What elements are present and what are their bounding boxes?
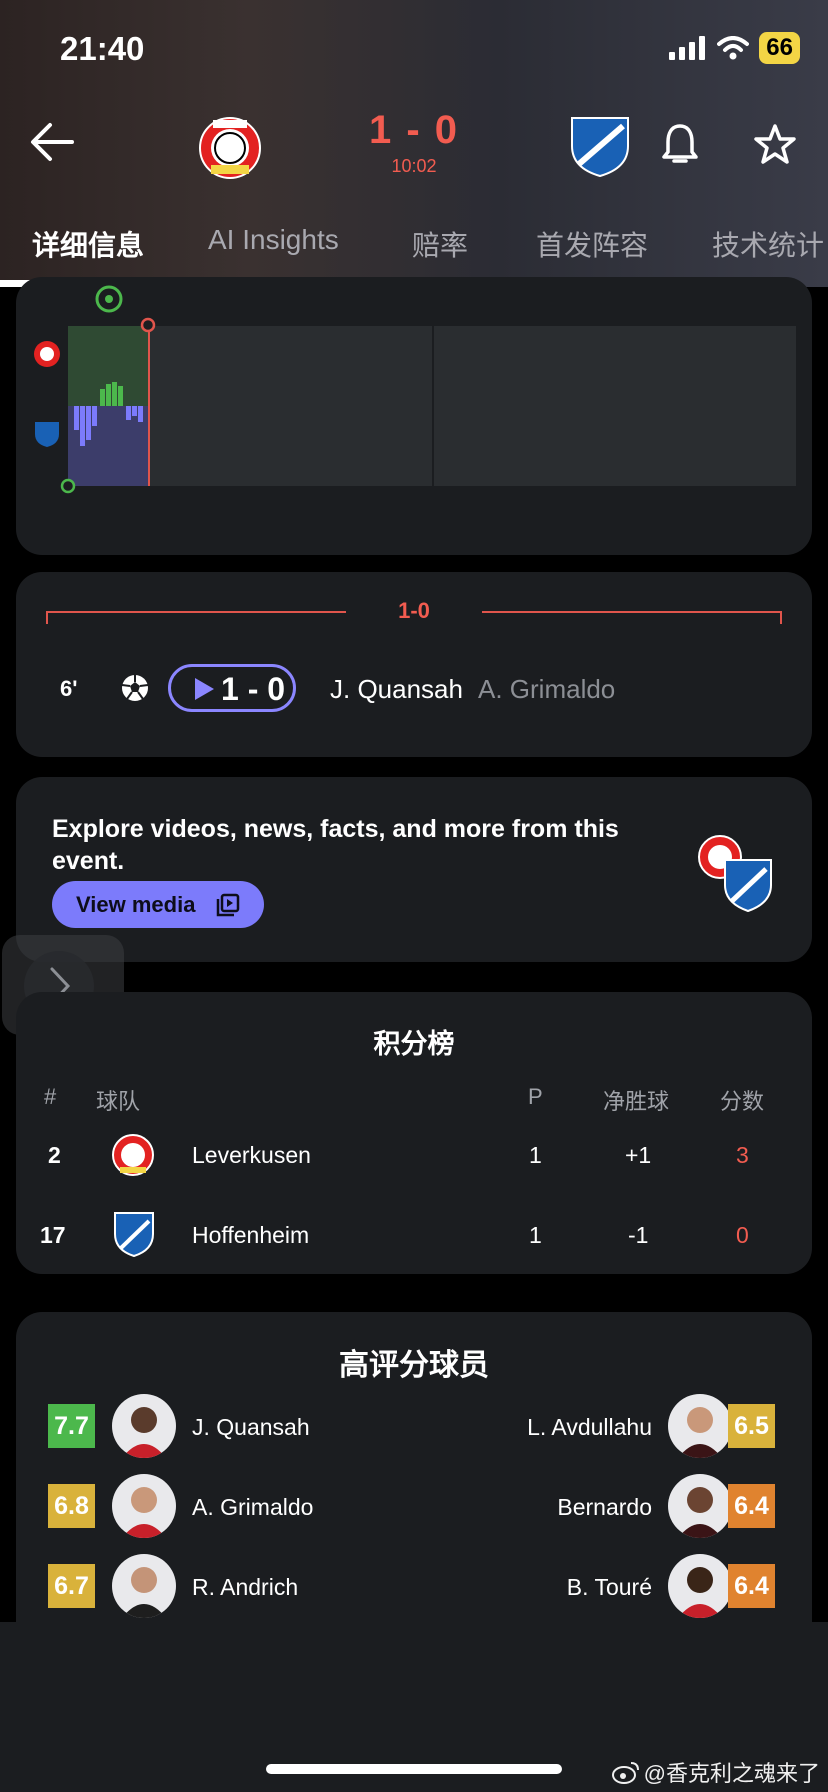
goal-events-card: 1-0 6' 1 - 0 J. Quansah A. Grimaldo <box>16 572 812 757</box>
player-avatar <box>668 1554 732 1618</box>
header-rank: # <box>44 1084 57 1109</box>
player-name: J. Quansah <box>192 1414 310 1440</box>
player-row[interactable]: B. Touré 6.4 <box>414 1552 812 1622</box>
player-row[interactable]: 6.8 A. Grimaldo <box>16 1472 414 1542</box>
row-played: 1 <box>529 1222 542 1248</box>
player-name: A. Grimaldo <box>192 1494 314 1520</box>
header-points: 分数 <box>720 1089 765 1114</box>
momentum-card <box>16 277 812 555</box>
row-team[interactable]: Leverkusen <box>192 1142 311 1169</box>
goal-minute: 6' <box>60 676 78 701</box>
kickoff-dot <box>60 478 76 494</box>
row-rank: 17 <box>40 1222 66 1248</box>
media-gallery-icon <box>216 893 240 917</box>
goal-assist[interactable]: A. Grimaldo <box>478 674 615 705</box>
home-indicator[interactable] <box>266 1764 562 1774</box>
rating-badge: 6.5 <box>728 1404 775 1448</box>
status-time: 21:40 <box>60 30 145 67</box>
player-row[interactable]: 6.7 R. Andrich <box>16 1552 414 1622</box>
rating-badge: 6.4 <box>728 1564 775 1608</box>
tab-odds[interactable]: 赔率 <box>412 224 468 264</box>
watermark: @香克利之魂来了 <box>611 1756 820 1788</box>
hoffenheim-row-crest-icon <box>114 1212 154 1258</box>
player-avatar <box>668 1394 732 1458</box>
top-rated-card: 高评分球员 7.7 J. Quansah 6.8 A. Grimaldo 6.7… <box>16 1312 812 1632</box>
standings-row[interactable]: 17 Hoffenheim 1 -1 0 <box>16 1204 812 1264</box>
weibo-icon <box>611 1762 639 1784</box>
match-row: 1 - 0 10:02 <box>0 100 828 210</box>
status-icons: 66 <box>669 32 800 64</box>
match-score: 1 - 0 <box>368 108 460 152</box>
player-avatar <box>112 1474 176 1538</box>
bell-icon[interactable] <box>660 122 700 166</box>
match-clock: 10:02 <box>391 156 437 176</box>
row-played: 1 <box>529 1142 542 1168</box>
player-avatar <box>668 1474 732 1538</box>
tab-bar: 详细信息 AI Insights 赔率 首发阵容 技术统计 <box>0 210 828 287</box>
view-media-button[interactable]: View media <box>52 881 264 928</box>
view-media-label: View media <box>76 892 196 917</box>
goal-event-row[interactable]: 6' 1 - 0 J. Quansah A. Grimaldo <box>16 664 812 714</box>
divider-score: 1-0 <box>398 598 430 623</box>
row-goal-diff: -1 <box>628 1222 649 1248</box>
rating-badge: 6.4 <box>728 1484 775 1528</box>
goal-video-button[interactable]: 1 - 0 <box>168 664 296 712</box>
header-played: P <box>528 1084 543 1109</box>
player-avatar <box>112 1394 176 1458</box>
player-name: L. Avdullahu <box>527 1414 652 1440</box>
player-name: R. Andrich <box>192 1574 299 1600</box>
hoffenheim-mini-crest-icon <box>35 422 59 447</box>
football-icon <box>121 675 149 701</box>
row-goal-diff: +1 <box>625 1142 652 1168</box>
momentum-played-period <box>68 326 148 486</box>
signal-icon <box>669 36 706 60</box>
player-row[interactable]: Bernardo 6.4 <box>414 1472 812 1542</box>
row-points: 3 <box>736 1142 749 1168</box>
watermark-text: @香克利之魂来了 <box>643 1761 820 1786</box>
tab-details[interactable]: 详细信息 <box>32 224 144 264</box>
tab-lineups[interactable]: 首发阵容 <box>536 224 648 264</box>
goal-scorer[interactable]: J. Quansah <box>330 674 463 705</box>
header-goal-diff: 净胜球 <box>603 1089 670 1114</box>
standings-title: 积分榜 <box>373 1029 455 1059</box>
rating-badge: 6.7 <box>48 1564 95 1608</box>
leverkusen-mini-crest-icon <box>34 341 60 367</box>
standings-card: 积分榜 # 球队 P 净胜球 分数 2 Leverkusen 1 +1 3 17… <box>16 992 812 1274</box>
media-description: Explore videos, news, facts, and more fr… <box>52 815 619 875</box>
row-points: 0 <box>736 1222 749 1248</box>
status-bar: 21:40 66 <box>0 0 828 100</box>
leverkusen-row-crest-icon <box>112 1134 154 1176</box>
hoffenheim-media-crest-icon <box>724 859 772 913</box>
play-icon <box>195 678 214 700</box>
player-name: Bernardo <box>557 1494 652 1520</box>
top-rated-title: 高评分球员 <box>339 1349 489 1382</box>
star-icon[interactable] <box>753 122 797 166</box>
player-avatar <box>112 1554 176 1618</box>
media-card: Explore videos, news, facts, and more fr… <box>16 777 812 962</box>
player-row[interactable]: L. Avdullahu 6.5 <box>414 1392 812 1462</box>
goal-score: 1 - 0 <box>221 671 286 707</box>
current-time-marker <box>148 326 150 486</box>
header-team: 球队 <box>96 1089 141 1114</box>
rating-badge: 7.7 <box>48 1404 95 1448</box>
battery-indicator: 66 <box>759 32 800 64</box>
details-content: 1-0 6' 1 - 0 J. Quansah A. Grimaldo Expl… <box>0 277 828 1632</box>
rating-badge: 6.8 <box>48 1484 95 1528</box>
tab-ai-insights[interactable]: AI Insights <box>208 224 339 256</box>
player-row[interactable]: 7.7 J. Quansah <box>16 1392 414 1462</box>
match-header: 21:40 66 1 - 0 10:02 详细信息 AI Insights 赔率… <box>0 0 828 287</box>
current-time-dot <box>140 317 156 333</box>
wifi-icon <box>717 36 750 60</box>
standings-row[interactable]: 2 Leverkusen 1 +1 3 <box>16 1124 812 1184</box>
row-rank: 2 <box>48 1142 61 1168</box>
tab-stats[interactable]: 技术统计 <box>712 224 824 264</box>
hoffenheim-crest-icon[interactable] <box>567 112 633 178</box>
player-name: B. Touré <box>566 1574 652 1600</box>
goal-ball-icon <box>95 285 123 313</box>
momentum-graph <box>68 326 796 486</box>
halftime-divider <box>432 326 434 486</box>
row-team[interactable]: Hoffenheim <box>192 1222 309 1249</box>
